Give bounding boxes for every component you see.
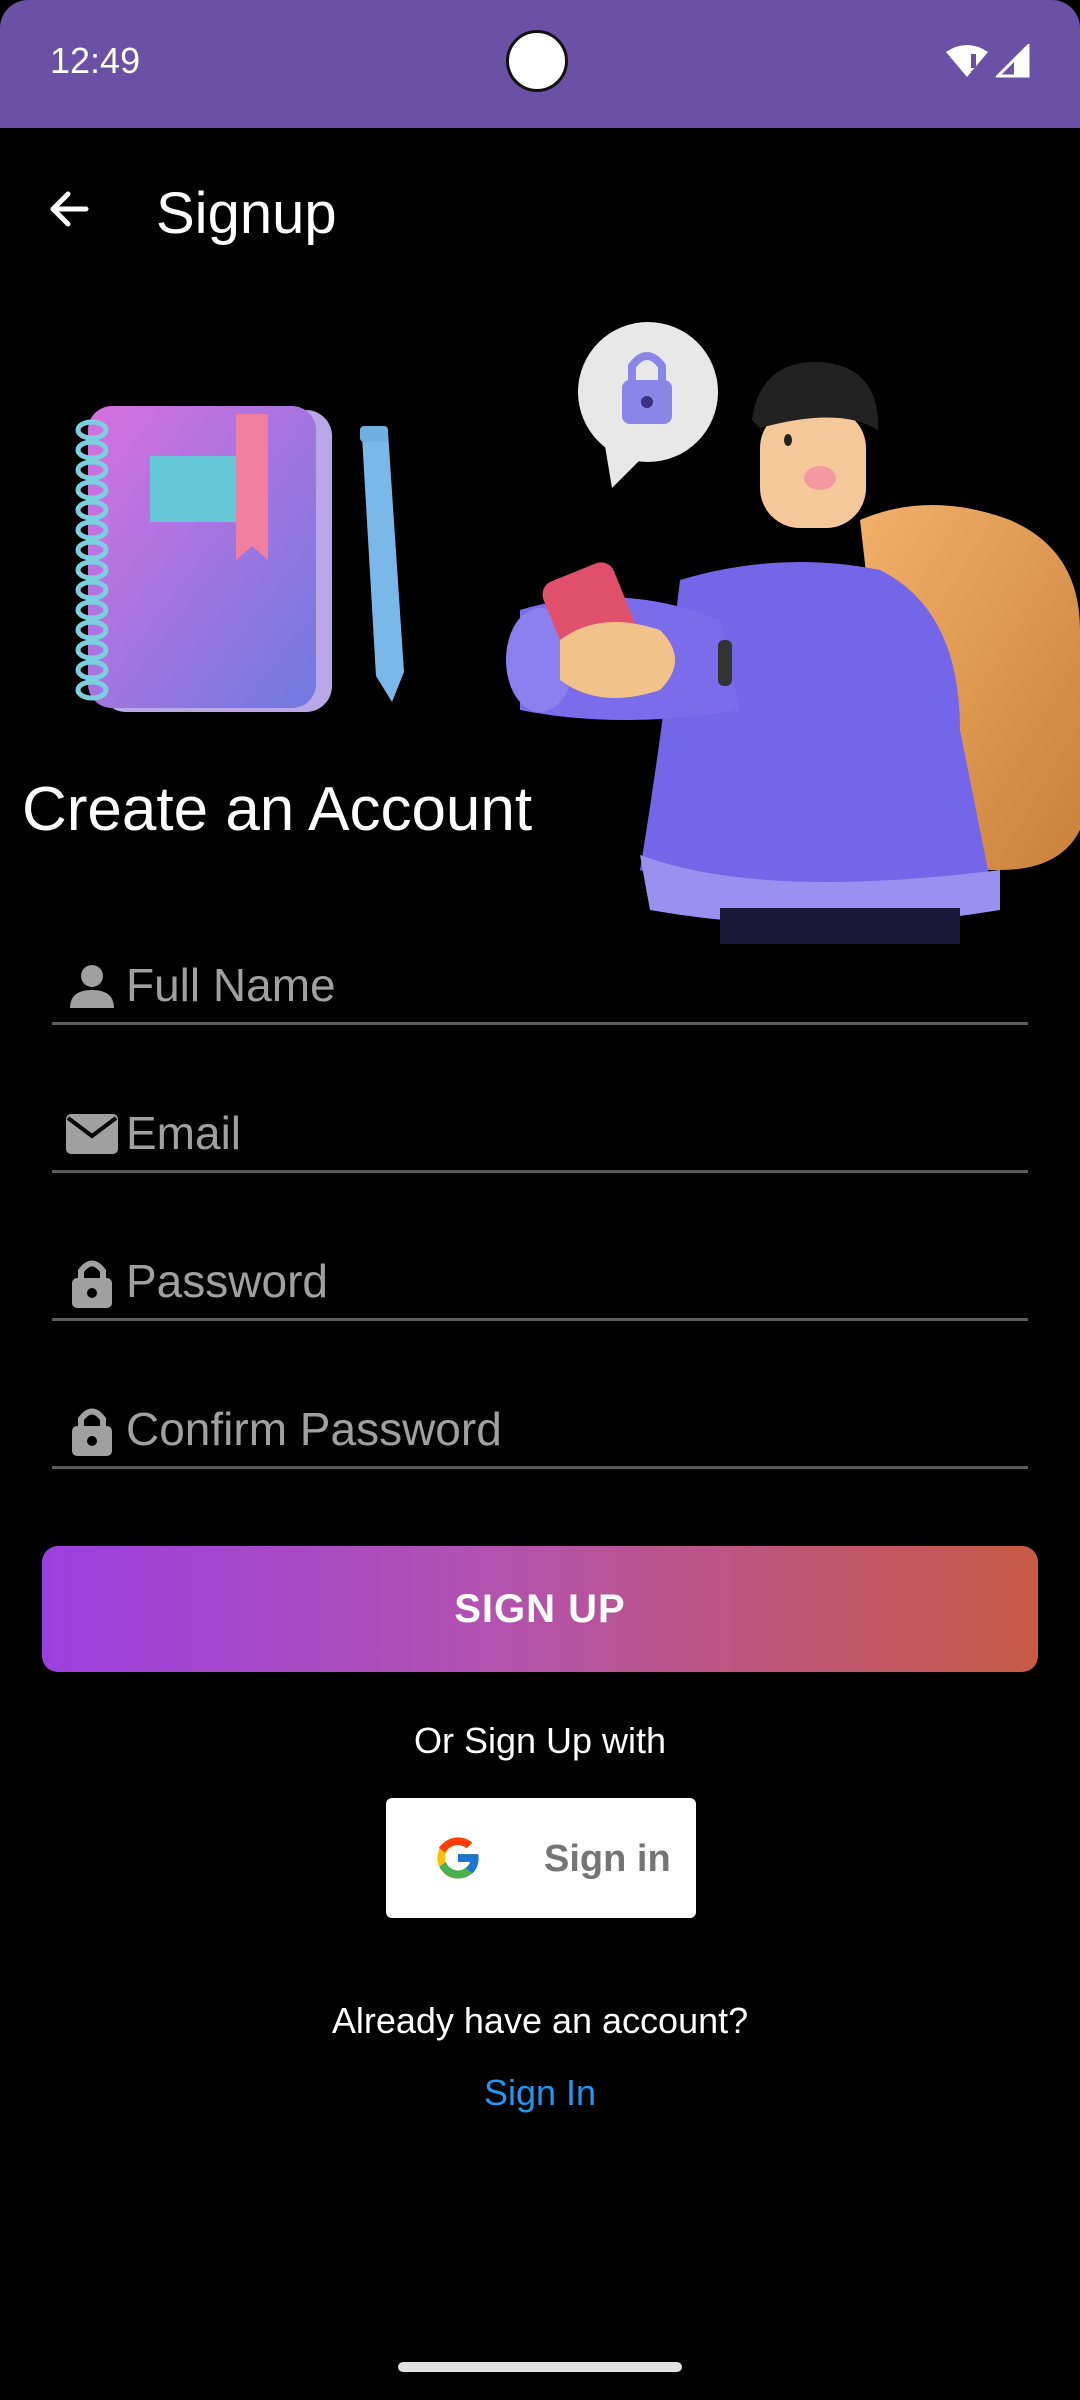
mail-icon bbox=[66, 1114, 118, 1154]
home-indicator[interactable] bbox=[398, 2362, 682, 2372]
back-arrow-icon[interactable] bbox=[40, 178, 102, 240]
sign-up-button-label: SIGN UP bbox=[454, 1586, 626, 1631]
already-have-account-text: Already have an account? bbox=[331, 2000, 749, 2041]
status-time: 12:49 bbox=[50, 40, 141, 81]
full-name-placeholder: Full Name bbox=[126, 959, 336, 1011]
confirm-password-placeholder: Confirm Password bbox=[126, 1403, 502, 1455]
app-bar: Signup bbox=[0, 128, 1080, 298]
signal-icon bbox=[996, 44, 1030, 78]
lock-icon bbox=[72, 1260, 112, 1308]
or-sign-up-with-text: Or Sign Up with bbox=[413, 1720, 667, 1761]
password-placeholder: Password bbox=[126, 1255, 328, 1307]
confirm-password-field[interactable]: Confirm Password bbox=[52, 1386, 1028, 1469]
sign-in-link[interactable]: Sign In bbox=[0, 2072, 1080, 2114]
camera-cutout bbox=[506, 30, 568, 92]
password-field[interactable]: Password bbox=[52, 1238, 1028, 1321]
status-icons bbox=[946, 44, 1030, 78]
full-name-field[interactable]: Full Name bbox=[52, 942, 1028, 1025]
lock-icon bbox=[72, 1408, 112, 1456]
google-icon bbox=[437, 1837, 480, 1879]
email-placeholder: Email bbox=[126, 1107, 242, 1159]
signup-illustration bbox=[75, 322, 1080, 944]
person-icon bbox=[70, 965, 114, 1008]
wifi-icon bbox=[946, 45, 988, 77]
email-field[interactable]: Email bbox=[52, 1090, 1028, 1173]
google-sign-in-button[interactable]: Sign in bbox=[386, 1798, 696, 1918]
page-title: Signup bbox=[156, 181, 337, 246]
sign-up-button[interactable]: SIGN UP bbox=[42, 1546, 1038, 1672]
status-bar: 12:49 bbox=[0, 0, 1080, 128]
create-account-heading: Create an Account bbox=[22, 775, 533, 844]
google-sign-in-label: Sign in bbox=[544, 1838, 671, 1880]
